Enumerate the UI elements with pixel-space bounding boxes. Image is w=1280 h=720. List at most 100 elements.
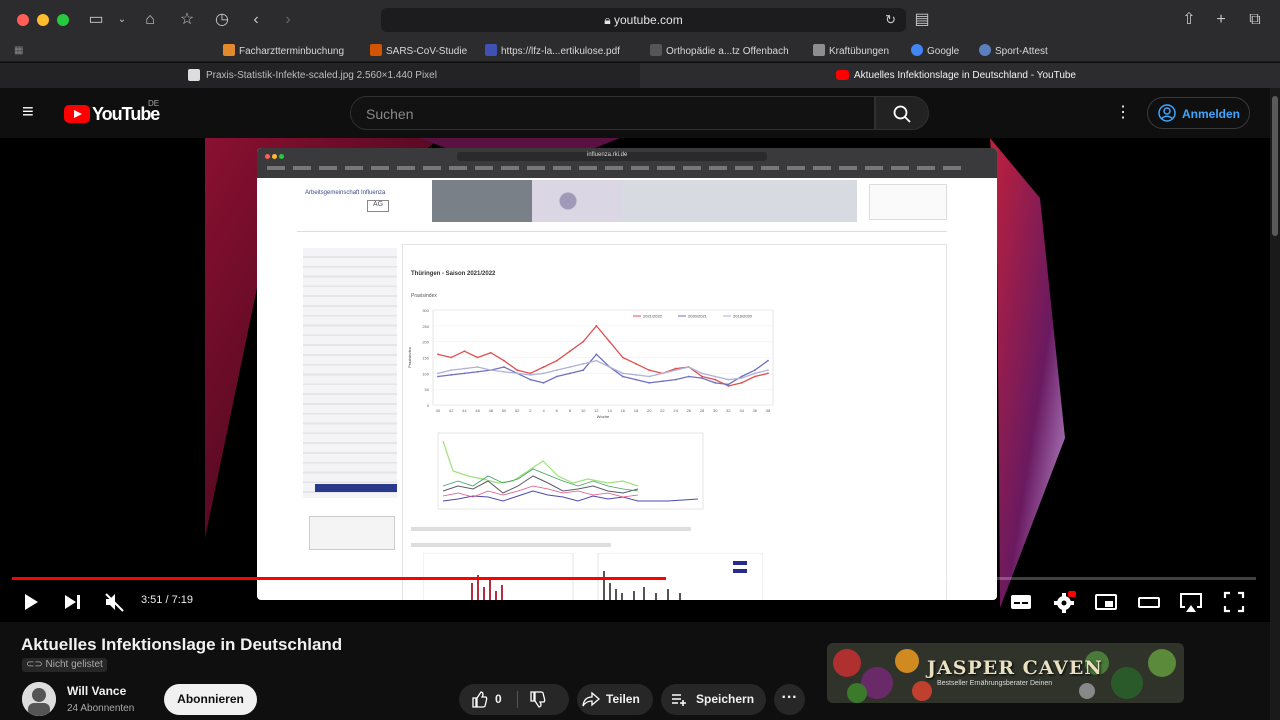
reload-icon[interactable]: ↻ bbox=[885, 12, 896, 28]
data-point bbox=[476, 366, 479, 368]
settings-button[interactable] bbox=[1050, 588, 1078, 616]
dislike-button[interactable] bbox=[525, 684, 565, 715]
data-point bbox=[582, 369, 585, 372]
share-arrow-icon bbox=[582, 691, 600, 707]
signin-button[interactable]: Anmelden bbox=[1147, 97, 1250, 129]
save-label: Speichern bbox=[696, 692, 755, 706]
search-input[interactable]: Suchen bbox=[350, 96, 875, 130]
search-icon bbox=[893, 105, 911, 123]
age-group-chart bbox=[437, 432, 704, 510]
search-button[interactable] bbox=[875, 96, 929, 130]
page-scrollbar[interactable] bbox=[1270, 88, 1280, 720]
video-progress-bar[interactable] bbox=[12, 577, 1256, 580]
mute-button[interactable] bbox=[100, 588, 128, 616]
tab-overview-icon[interactable]: ⧉ bbox=[1245, 10, 1265, 30]
close-window-button[interactable] bbox=[17, 14, 29, 26]
data-point bbox=[635, 378, 637, 381]
tab-youtube[interactable]: Aktuelles Infektionslage in Deutschland … bbox=[640, 63, 1280, 88]
tab-image[interactable]: Praxis-Statistik-Infekte-scaled.jpg 2.56… bbox=[0, 63, 640, 88]
data-point bbox=[635, 362, 637, 365]
share-button[interactable]: Teilen bbox=[577, 684, 653, 715]
history-icon[interactable]: ◷ bbox=[212, 10, 232, 30]
scrollbar-thumb[interactable] bbox=[1272, 96, 1278, 236]
bookmark-item[interactable]: Orthopädie a...tz Offenbach bbox=[650, 44, 789, 57]
data-point bbox=[701, 375, 703, 378]
recommended-video-thumbnail[interactable]: JASPER CAVEN Bestseller Ernährungsberate… bbox=[827, 643, 1184, 703]
x-tick-label: 6 bbox=[556, 408, 559, 413]
data-point bbox=[595, 324, 598, 327]
share-icon[interactable]: ⇧ bbox=[1179, 10, 1199, 30]
chart-title: Praxisindex bbox=[411, 293, 437, 299]
subtitles-button[interactable] bbox=[1007, 588, 1035, 616]
data-point bbox=[450, 374, 453, 376]
save-button[interactable]: Speichern bbox=[661, 684, 766, 715]
volume-muted-icon bbox=[105, 593, 124, 612]
inner-minimize-icon bbox=[272, 154, 277, 159]
like-count: 0 bbox=[495, 692, 502, 706]
zoom-window-button[interactable] bbox=[57, 14, 69, 26]
sidebar-toggle-icon[interactable]: ▭ bbox=[86, 10, 106, 30]
theater-mode-icon bbox=[1138, 597, 1160, 608]
tab-label: Aktuelles Infektionslage in Deutschland … bbox=[854, 70, 1076, 81]
inner-close-icon bbox=[265, 154, 270, 159]
reader-icon[interactable]: ▤ bbox=[912, 10, 932, 30]
data-point bbox=[582, 340, 585, 343]
subscribe-button[interactable]: Abonnieren bbox=[164, 684, 257, 715]
bookmark-item[interactable]: Google bbox=[911, 44, 959, 57]
bookmark-item[interactable]: Sport-Attest bbox=[979, 44, 1048, 57]
x-tick-label: 28 bbox=[700, 408, 705, 413]
bookmark-item[interactable]: https://lfz-la...ertikulose.pdf bbox=[485, 44, 620, 57]
next-button[interactable] bbox=[58, 588, 86, 616]
youtube-favicon-icon bbox=[836, 70, 849, 80]
account-icon bbox=[1158, 104, 1176, 122]
data-point bbox=[437, 372, 439, 375]
x-tick-label: 38 bbox=[766, 408, 771, 413]
inner-zoom-icon bbox=[279, 154, 284, 159]
forward-icon[interactable]: › bbox=[278, 10, 298, 30]
youtube-play-logo-icon bbox=[64, 105, 90, 123]
bookmark-label: Kraftübungen bbox=[829, 46, 890, 57]
menu-icon[interactable]: ≡ bbox=[22, 102, 34, 122]
minimize-window-button[interactable] bbox=[37, 14, 49, 26]
data-point bbox=[674, 367, 677, 370]
bookmark-label: SARS-CoV-Studie bbox=[386, 46, 468, 57]
channel-avatar[interactable] bbox=[22, 682, 56, 716]
fullscreen-button[interactable] bbox=[1220, 588, 1248, 616]
address-bar[interactable]: 🔒︎ youtube.com ↻ bbox=[381, 8, 906, 32]
like-button[interactable]: 0 bbox=[459, 684, 517, 715]
more-actions-button[interactable]: ··· bbox=[774, 684, 805, 715]
data-point bbox=[740, 377, 743, 379]
share-label: Teilen bbox=[606, 692, 640, 706]
chevron-down-icon[interactable]: ⌄ bbox=[112, 10, 132, 30]
data-point bbox=[687, 375, 690, 378]
link-icon: ⊂⊃ bbox=[26, 659, 43, 670]
play-button[interactable] bbox=[16, 588, 44, 616]
bookmark-favicon-icon bbox=[650, 44, 662, 56]
back-icon[interactable]: ‹ bbox=[246, 10, 266, 30]
data-point bbox=[661, 372, 664, 375]
more-vert-icon[interactable]: ⋮ bbox=[1115, 102, 1131, 122]
new-tab-icon[interactable]: + bbox=[1211, 10, 1231, 30]
theater-mode-button[interactable] bbox=[1135, 588, 1163, 616]
bookmark-label: Sport-Attest bbox=[995, 46, 1048, 57]
miniplayer-button[interactable] bbox=[1092, 588, 1120, 616]
home-icon[interactable]: ⌂ bbox=[140, 10, 160, 30]
gear-icon bbox=[1054, 591, 1076, 613]
image-favicon-icon bbox=[188, 69, 200, 81]
data-point bbox=[503, 359, 505, 362]
data-point bbox=[608, 366, 611, 368]
bookmark-item[interactable]: Facharztterminbuchung bbox=[223, 44, 344, 57]
x-tick-label: 40 bbox=[436, 408, 441, 413]
channel-name[interactable]: Will Vance bbox=[67, 684, 126, 698]
subtitles-icon bbox=[1011, 595, 1031, 609]
airplay-button[interactable] bbox=[1177, 588, 1205, 616]
bookmark-item[interactable]: Kraftübungen bbox=[813, 44, 889, 57]
data-point bbox=[727, 378, 730, 381]
bookmark-label: Google bbox=[927, 46, 960, 57]
star-icon[interactable]: ☆ bbox=[177, 10, 197, 30]
video-title: Aktuelles Infektionslage in Deutschland bbox=[21, 635, 343, 654]
bookmark-item[interactable]: SARS-CoV-Studie bbox=[370, 44, 467, 57]
video-player[interactable]: influenza.rki.de Arbeitsgemeinschaft Inf… bbox=[0, 138, 1270, 622]
banner-map-image bbox=[622, 180, 857, 222]
bookmarks-grid-icon[interactable]: ▦ bbox=[14, 45, 23, 56]
